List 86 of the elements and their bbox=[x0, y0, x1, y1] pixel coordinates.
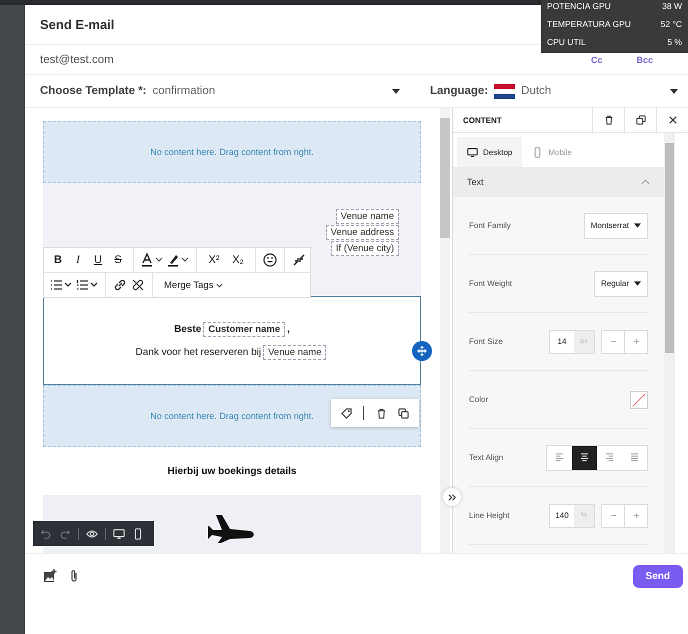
color-swatch[interactable] bbox=[630, 390, 648, 408]
plus-icon bbox=[632, 512, 640, 519]
mobile-icon[interactable] bbox=[132, 528, 144, 540]
caret-icon bbox=[634, 223, 641, 228]
caret-icon bbox=[634, 281, 641, 286]
property-label: Color bbox=[469, 395, 490, 404]
section-header[interactable]: Text bbox=[453, 167, 664, 197]
template-label: Choose Template *: bbox=[40, 85, 146, 97]
collapse-icon[interactable] bbox=[292, 253, 306, 267]
merge-tags-dropdown[interactable]: Merge Tags bbox=[160, 280, 228, 290]
drop-zone-text: No content here. Drag content from right. bbox=[150, 411, 314, 422]
recipient-link[interactable]: Bcc bbox=[636, 54, 653, 64]
recipient-link[interactable]: Cc bbox=[590, 54, 602, 64]
scrollbar[interactable] bbox=[440, 108, 450, 553]
close-icon bbox=[668, 116, 676, 124]
format-button[interactable]: I bbox=[70, 254, 86, 266]
chevron-down-icon bbox=[216, 282, 224, 288]
mobile-icon bbox=[532, 146, 544, 158]
scrollbar[interactable] bbox=[664, 133, 675, 553]
property-label: Font Family bbox=[469, 221, 512, 230]
script-button[interactable]: X² bbox=[204, 254, 224, 266]
redo-icon[interactable] bbox=[59, 528, 71, 540]
flag-icon bbox=[494, 84, 516, 98]
property-label: Font Weight bbox=[469, 279, 513, 288]
metric-value: 5 % bbox=[667, 37, 682, 47]
greeting-comma: , bbox=[287, 324, 290, 335]
highlight-icon[interactable] bbox=[167, 253, 189, 267]
merge-tag[interactable]: Customer name bbox=[203, 322, 286, 337]
chevron-icon bbox=[641, 179, 650, 185]
merge-tag[interactable]: If (Venue city) bbox=[330, 240, 399, 256]
preview-eye-icon[interactable] bbox=[86, 528, 98, 540]
property-label: Font Size bbox=[469, 337, 504, 346]
duplicate-icon bbox=[636, 115, 646, 125]
script-button[interactable]: X₂ bbox=[228, 254, 248, 266]
merge-tag[interactable]: Venue name bbox=[263, 344, 326, 360]
align-icon bbox=[605, 453, 614, 462]
drop-zone-text: No content here. Drag content from right. bbox=[150, 146, 314, 157]
numbered-list-icon[interactable] bbox=[76, 278, 98, 292]
emoji-icon[interactable] bbox=[263, 253, 277, 267]
align-icon bbox=[580, 453, 589, 462]
property-select[interactable]: Regular bbox=[594, 270, 648, 296]
format-button[interactable]: S bbox=[110, 254, 126, 266]
desktop-icon[interactable] bbox=[113, 528, 125, 540]
add-image-icon[interactable] bbox=[43, 569, 57, 583]
undo-icon[interactable] bbox=[40, 528, 52, 540]
minus-icon bbox=[610, 512, 616, 519]
bullet-list-icon[interactable] bbox=[50, 278, 72, 292]
metric-value: 52 °C bbox=[660, 19, 682, 29]
duplicate-icon[interactable] bbox=[398, 408, 410, 418]
metric-value: 38 W bbox=[662, 1, 682, 11]
property-select[interactable]: Montserrat bbox=[584, 212, 648, 238]
merge-tag[interactable]: Venue address bbox=[326, 224, 399, 240]
language-label: Language: bbox=[430, 85, 488, 97]
metric-label: CPU UTIL bbox=[547, 37, 586, 47]
move-handle-icon[interactable] bbox=[412, 341, 432, 361]
trash-icon[interactable] bbox=[376, 408, 387, 418]
language-select[interactable]: Dutch bbox=[521, 85, 678, 97]
caret-icon bbox=[392, 88, 400, 94]
property-label: Line Height bbox=[469, 511, 510, 520]
align-icon bbox=[555, 453, 564, 462]
metric-label: TEMPERATURA GPU bbox=[547, 19, 631, 29]
greeting-text: Beste bbox=[174, 324, 202, 335]
section-heading: Hierbij uw boekings details bbox=[168, 466, 296, 477]
metric-label: POTENCIA GPU bbox=[547, 1, 611, 11]
recipient-field[interactable]: test@test.com bbox=[40, 54, 114, 66]
tag-icon[interactable] bbox=[340, 408, 352, 418]
format-button[interactable]: U bbox=[90, 254, 106, 266]
unlink-icon[interactable] bbox=[131, 278, 145, 292]
trash-icon bbox=[604, 115, 614, 125]
merge-tag[interactable]: Venue name bbox=[336, 208, 399, 224]
plus-icon bbox=[632, 338, 640, 345]
body-text: Dank voor het reserveren bij bbox=[136, 346, 262, 358]
panel-title: CONTENT bbox=[462, 116, 503, 124]
device-tab[interactable]: Desktop bbox=[457, 137, 522, 167]
align-icon bbox=[630, 453, 639, 462]
window-title: Send E-mail bbox=[40, 17, 114, 32]
format-button[interactable]: B bbox=[50, 254, 66, 266]
caret-icon bbox=[670, 88, 678, 94]
desktop-icon bbox=[467, 146, 478, 158]
send-button[interactable]: Send bbox=[632, 565, 683, 588]
link-icon[interactable] bbox=[113, 278, 127, 292]
minus-icon bbox=[610, 338, 616, 345]
align-button[interactable] bbox=[572, 446, 597, 470]
property-label: Text Align bbox=[469, 453, 504, 462]
template-select[interactable]: confirmation bbox=[152, 85, 400, 97]
text-color-icon[interactable] bbox=[141, 253, 163, 267]
